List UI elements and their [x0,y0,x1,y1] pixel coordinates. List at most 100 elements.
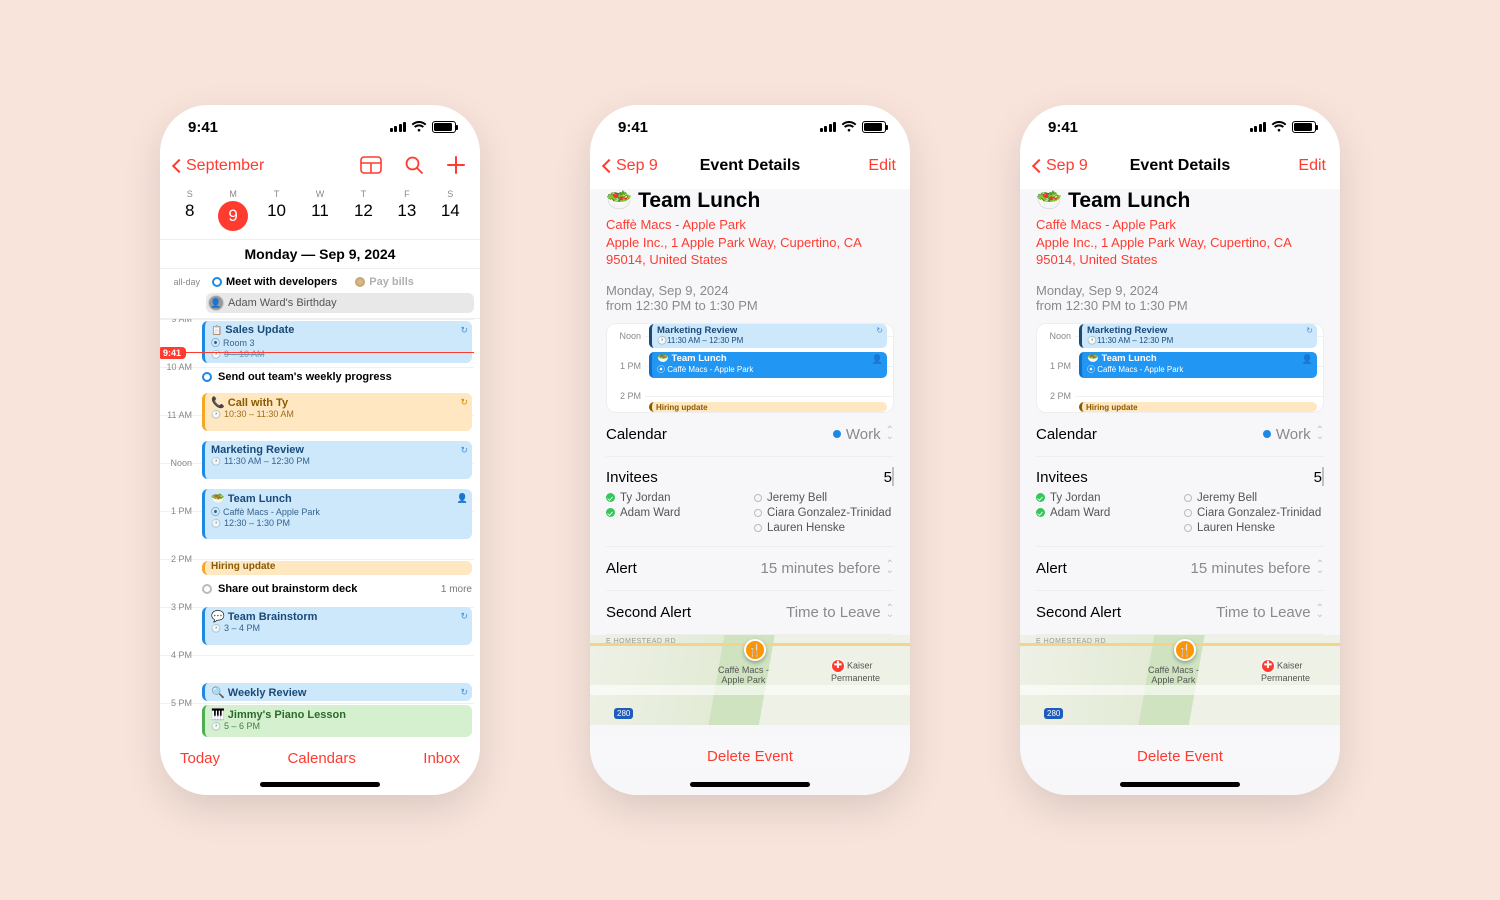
birthday-title: Adam Ward's Birthday [228,297,337,309]
hour-label: Noon [160,458,196,468]
mini-event-lunch-selected[interactable]: 👤🥗 Team Lunch⦿ Caffè Macs - Apple Park [1079,352,1317,378]
calendars-button[interactable]: Calendars [287,750,355,767]
back-button[interactable]: September [174,157,264,175]
event-piano-lesson[interactable]: 🎹 Jimmy's Piano Lesson 🕐5 – 6 PM [202,705,472,737]
event-team-brainstorm[interactable]: ↻ 💬 Team Brainstorm 🕐3 – 4 PM [202,607,472,645]
mini-event-marketing[interactable]: ↻Marketing Review🕐11:30 AM – 12:30 PM [1079,324,1317,348]
map-preview[interactable]: E HOMESTEAD RD 🍴 Caffè Macs - Apple Park… [1020,635,1340,725]
search-icon[interactable] [404,155,424,178]
cellular-icon [1250,122,1267,132]
delete-event-button[interactable]: Delete Event [590,738,910,769]
add-icon[interactable] [446,155,466,178]
today-button[interactable]: Today [180,750,220,767]
event-time: 11:30 AM – 12:30 PM [1097,336,1173,345]
delete-event-button[interactable]: Delete Event [1020,738,1340,769]
event-hiring-update[interactable]: Hiring update [202,561,472,575]
mini-event-lunch-selected[interactable]: 👤 🥗 Team Lunch ⦿ Caffè Macs - Apple Park [649,352,887,378]
event-location[interactable]: Caffè Macs - Apple ParkApple Inc., 1 App… [606,216,894,269]
status-accepted-icon [606,508,615,517]
alert-row[interactable]: Alert 15 minutes before⌃⌄ [606,547,894,591]
home-indicator[interactable] [260,782,380,787]
weekday: T [255,189,298,199]
invitees-section[interactable]: Invitees 5 Ty Jordan Jeremy Bell Adam Wa… [606,457,894,547]
more-label: 1 more [441,584,472,595]
home-indicator[interactable] [690,782,810,787]
mini-timeline[interactable]: Noon 1 PM 2 PM ↻ Marketing Review 🕐11:30… [606,323,894,413]
event-detail-body[interactable]: 🥗Team Lunch Caffè Macs - Apple ParkApple… [1020,189,1340,795]
status-right [820,121,887,133]
status-pending-icon [1184,524,1192,532]
updown-icon: ⌃⌄ [886,428,894,440]
edit-button[interactable]: Edit [868,157,896,175]
hour-label: 9 AM [160,319,196,324]
mini-event-marketing[interactable]: ↻ Marketing Review 🕐11:30 AM – 12:30 PM [649,324,887,348]
calendar-row[interactable]: CalendarWork⌃⌄ [1036,413,1324,457]
map-poi-kaiser: ✚Kaiser Permanente [831,659,880,683]
updown-icon: ⌃⌄ [1316,562,1324,574]
nav-bar: September [160,149,480,189]
weekday: W [298,189,341,199]
map-preview[interactable]: E HOMESTEAD RD 🍴 Caffè Macs - Apple Park… [590,635,910,725]
date-cell[interactable]: 11 [298,201,341,231]
chevron-left-icon [172,159,186,173]
invitees-count: 5 [1314,469,1322,486]
timeline[interactable]: 9 AM 10 AM 11 AM Noon 1 PM 2 PM 3 PM 4 P… [160,319,480,795]
inbox-button[interactable]: Inbox [423,750,460,767]
view-mode-icon[interactable] [360,156,382,177]
event-team-lunch[interactable]: 👤 🥗 Team Lunch ⦿ Caffè Macs - Apple Park… [202,489,472,539]
location-name: Caffè Macs - Apple Park [606,217,746,232]
mini-event-hiring[interactable]: Hiring update [1079,402,1317,412]
row-label: Second Alert [606,604,691,621]
status-pending-icon [1184,509,1192,517]
date-cell[interactable]: 12 [342,201,385,231]
hour-label: 11 AM [160,410,196,420]
date-cell[interactable]: 13 [385,201,428,231]
second-alert-row[interactable]: Second Alert Time to Leave⌃⌄ [606,591,894,635]
back-label: September [186,157,264,175]
mini-timeline[interactable]: Noon 1 PM 2 PM ↻Marketing Review🕐11:30 A… [1036,323,1324,413]
row-value: Time to Leave [1216,604,1311,621]
event-location[interactable]: Caffè Macs - Apple ParkApple Inc., 1 App… [1036,216,1324,269]
status-time: 9:41 [188,119,218,136]
alert-row[interactable]: Alert15 minutes before⌃⌄ [1036,547,1324,591]
date-cell-selected[interactable]: 9 [218,201,248,231]
event-title: Weekly Review [228,687,307,699]
now-label: 9:41 [160,347,186,359]
event-marketing-review[interactable]: ↻ Marketing Review 🕐11:30 AM – 12:30 PM [202,441,472,479]
back-button[interactable]: Sep 9 [604,157,658,175]
date-cell[interactable]: 8 [168,201,211,231]
date-cell[interactable]: 14 [429,201,472,231]
invitees-section[interactable]: Invitees5 Ty Jordan Jeremy Bell Adam War… [1036,457,1324,547]
event-detail-body[interactable]: 🥗Team Lunch Caffè Macs - Apple ParkApple… [590,189,910,795]
date-cell[interactable]: 10 [255,201,298,231]
map-poi-kaiser: ✚Kaiser Permanente [1261,659,1310,683]
event-location: Caffè Macs - Apple Park [667,365,753,374]
status-accepted-icon [1036,493,1045,502]
street-label: E HOMESTEAD RD [1036,638,1106,645]
second-alert-row[interactable]: Second AlertTime to Leave⌃⌄ [1036,591,1324,635]
edit-button[interactable]: Edit [1298,157,1326,175]
now-indicator: 9:41 [160,352,474,353]
birthday-chip[interactable]: 👤Adam Ward's Birthday [206,293,474,313]
event-title: Call with Ty [228,397,288,409]
back-button[interactable]: Sep 9 [1034,157,1088,175]
task-brainstorm-deck[interactable]: Share out brainstorm deck 1 more [202,583,472,595]
nav-bar: Sep 9 Event Details Edit [1020,149,1340,189]
allday-task[interactable]: Meet with developers [206,274,343,290]
status-right [390,121,457,133]
allday-task-muted[interactable]: Pay bills [349,274,420,290]
task-weekly-progress[interactable]: Send out team's weekly progress [202,371,472,383]
status-pending-icon [754,509,762,517]
calendar-color-dot [1263,430,1271,438]
event-sales-update[interactable]: ↻ 📋 Sales Update ⦿ Room 3 🕐9 – 10 AM [202,321,472,363]
event-title: Jimmy's Piano Lesson [228,709,346,721]
hwy-shield: 280 [614,708,633,719]
home-indicator[interactable] [1120,782,1240,787]
event-weekly-review[interactable]: ↻ 🔍 Weekly Review [202,683,472,701]
event-call-ty[interactable]: ↻ 📞 Call with Ty 🕐10:30 – 11:30 AM [202,393,472,431]
hour-label: 2 PM [607,391,641,401]
calendar-row[interactable]: Calendar Work⌃⌄ [606,413,894,457]
nav-bar: Sep 9 Event Details Edit [590,149,910,189]
repeat-icon: ↻ [460,397,468,408]
mini-event-hiring[interactable]: Hiring update [649,402,887,412]
